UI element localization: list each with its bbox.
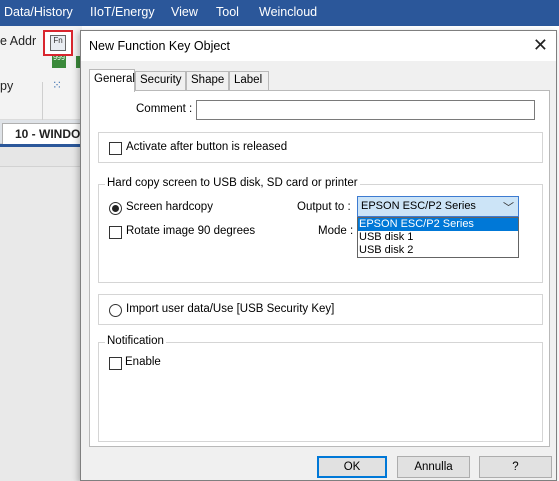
help-button[interactable]: ? — [479, 456, 552, 478]
output-to-select[interactable]: EPSON ESC/P2 Series ﹀ — [357, 196, 519, 217]
screen-hardcopy-label: Screen hardcopy — [126, 201, 213, 213]
window-tab-strip: 10 - WINDOW — [0, 120, 82, 144]
enable-label: Enable — [125, 356, 161, 368]
import-group: Import user data/Use [USB Security Key] — [98, 294, 543, 325]
dialog-titlebar: New Function Key Object ✕ — [81, 31, 556, 61]
activate-checkbox[interactable] — [109, 142, 122, 155]
import-radio[interactable] — [109, 304, 122, 317]
output-option-usb2[interactable]: USB disk 2 — [358, 244, 518, 257]
ribbon-divider — [42, 82, 43, 122]
output-to-dropdown: EPSON ESC/P2 Series USB disk 1 USB disk … — [357, 217, 519, 258]
output-option-epson[interactable]: EPSON ESC/P2 Series — [358, 218, 518, 231]
activate-group: Activate after button is released — [98, 132, 543, 163]
output-to-label: Output to : — [297, 201, 351, 213]
notification-group: Notification Enable — [98, 335, 543, 442]
import-label: Import user data/Use [USB Security Key] — [126, 303, 335, 315]
workspace-canvas — [0, 166, 82, 481]
activate-label: Activate after button is released — [126, 141, 288, 153]
ribbon-label-copy: py — [0, 79, 14, 93]
new-function-key-dialog: New Function Key Object ✕ General Securi… — [80, 30, 557, 481]
output-to-value: EPSON ESC/P2 Series — [361, 200, 476, 212]
tab-shape[interactable]: Shape — [186, 71, 229, 90]
window-tab[interactable]: 10 - WINDOW — [2, 123, 82, 144]
menu-tool[interactable]: Tool — [216, 5, 239, 19]
tab-label[interactable]: Label — [229, 71, 269, 90]
rotate-label: Rotate image 90 degrees — [126, 225, 256, 237]
comment-field[interactable] — [196, 100, 535, 120]
menu-bar: Data/History IIoT/Energy View Tool Weinc… — [0, 0, 559, 26]
rotate-checkbox[interactable] — [109, 226, 122, 239]
cancel-button[interactable]: Annulla — [397, 456, 470, 478]
menu-iiot-energy[interactable]: IIoT/Energy — [90, 5, 155, 19]
output-option-usb1[interactable]: USB disk 1 — [358, 231, 518, 244]
function-key-icon: Fn — [50, 35, 66, 51]
tab-security[interactable]: Security — [135, 71, 186, 90]
general-panel: Comment : Activate after button is relea… — [89, 90, 550, 447]
hardcopy-group-caption: Hard copy screen to USB disk, SD card or… — [105, 177, 360, 189]
numeric-display-icon[interactable]: 999 — [52, 55, 66, 68]
workspace — [0, 144, 82, 481]
ribbon-label-address: e Addr — [0, 34, 37, 48]
dialog-title: New Function Key Object — [89, 39, 231, 53]
close-icon[interactable]: ✕ — [533, 36, 548, 54]
loading-icon[interactable]: ⁙ — [52, 78, 66, 92]
mode-label: Mode : — [318, 225, 354, 237]
screen-hardcopy-radio[interactable] — [109, 202, 122, 215]
function-key-button[interactable]: Fn — [43, 30, 73, 56]
notification-group-caption: Notification — [105, 335, 166, 347]
comment-label: Comment : — [136, 103, 193, 115]
enable-checkbox[interactable] — [109, 357, 122, 370]
chevron-down-icon[interactable]: ﹀ — [503, 199, 514, 215]
menu-weincloud[interactable]: Weincloud — [259, 5, 317, 19]
menu-data-history[interactable]: Data/History — [4, 5, 73, 19]
menu-view[interactable]: View — [171, 5, 198, 19]
tab-general[interactable]: General — [89, 69, 135, 92]
ok-button[interactable]: OK — [317, 456, 387, 478]
workspace-accent-line — [0, 144, 82, 147]
